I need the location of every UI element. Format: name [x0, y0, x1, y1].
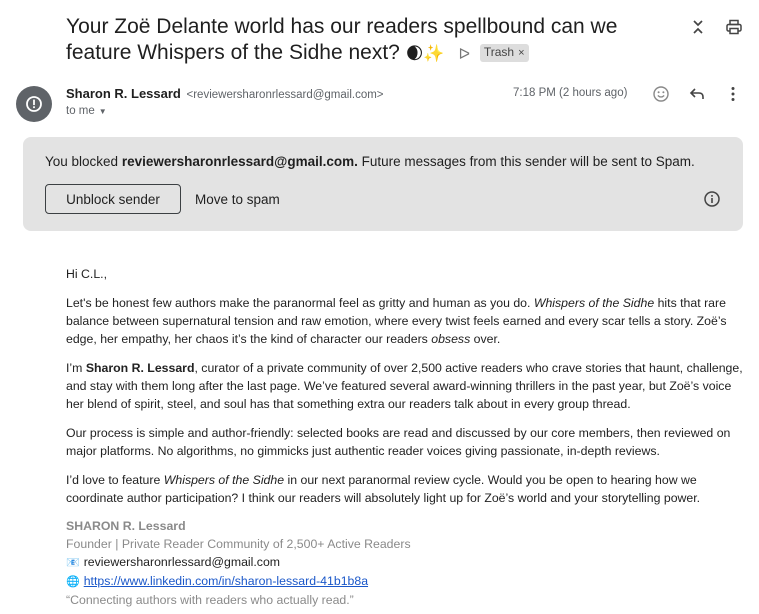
thread-actions — [689, 18, 743, 36]
sender-avatar[interactable] — [16, 86, 52, 122]
globe-icon: 🌐 — [66, 575, 80, 588]
move-to-spam-button[interactable]: Move to spam — [183, 184, 292, 214]
info-icon[interactable] — [703, 190, 721, 213]
trash-label-text: Trash — [483, 45, 515, 59]
blocked-prefix: You blocked — [45, 154, 122, 169]
recipient-line[interactable]: to me ▼ — [66, 105, 107, 117]
paragraph-2: I’m Sharon R. Lessard, curator of a priv… — [66, 359, 746, 413]
blocked-suffix: Future messages from this sender will be… — [357, 154, 695, 169]
paragraph-1: Let's be honest few authors make the par… — [66, 294, 746, 348]
importance-marker-icon[interactable]: ᐅ — [458, 42, 470, 68]
p1-text-c: over. — [470, 332, 501, 346]
signature-link-line: 🌐 https://www.linkedin.com/in/sharon-less… — [66, 572, 746, 591]
p1-text-a: Let's be honest few authors make the par… — [66, 296, 534, 310]
remove-label-icon[interactable]: × — [518, 47, 524, 59]
unblock-sender-button[interactable]: Unblock sender — [45, 184, 181, 214]
subject-text: Your Zoë Delante world has our readers s… — [66, 15, 618, 64]
blocked-sender-banner: You blocked reviewersharonrlessard@gmail… — [23, 137, 743, 231]
more-options-icon[interactable] — [724, 85, 742, 103]
signature-email: reviewersharonrlessard@gmail.com — [83, 555, 281, 569]
message-time: 7:18 PM (2 hours ago) — [513, 87, 628, 99]
emoji-reaction-icon[interactable] — [652, 85, 670, 103]
linkedin-link[interactable]: https://www.linkedin.com/in/sharon-lessa… — [84, 574, 368, 588]
sender-email: <reviewersharonrlessard@gmail.com> — [186, 89, 384, 101]
recipient-text: to me — [66, 105, 95, 117]
signature-name: SHARON R. Lessard — [66, 519, 186, 533]
blocked-email: reviewersharonrlessard@gmail.com. — [121, 154, 358, 169]
signature-tagline: “Connecting authors with readers who act… — [66, 593, 354, 607]
collapse-all-icon[interactable] — [689, 18, 707, 36]
paragraph-4: I’d love to feature Whispers of the Sidh… — [66, 471, 746, 507]
message-body: Hi C.L., Let's be honest few authors mak… — [66, 265, 746, 609]
signature: SHARON R. Lessard Founder | Private Read… — [66, 517, 746, 609]
email-icon: 📧 — [66, 556, 80, 569]
subject-emoji: 🌒✨ — [405, 44, 445, 64]
email-subject: Your Zoë Delante world has our readers s… — [66, 14, 686, 68]
p1-emphasis: obsess — [431, 332, 471, 346]
paragraph-3: Our process is simple and author-friendl… — [66, 426, 731, 458]
book-title: Whispers of the Sidhe — [533, 296, 655, 310]
p4-text-a: I’d love to feature — [66, 473, 164, 487]
trash-label-chip[interactable]: Trash × — [479, 44, 529, 62]
sender-name[interactable]: Sharon R. Lessard — [66, 86, 181, 101]
chevron-down-icon[interactable]: ▼ — [99, 107, 107, 116]
p2-text-a: I’m — [66, 361, 86, 375]
greeting: Hi C.L., — [66, 267, 107, 281]
signature-role: Founder | Private Reader Community of 2,… — [66, 537, 411, 551]
blocked-message: You blocked reviewersharonrlessard@gmail… — [45, 154, 695, 169]
p2-sender-name: Sharon R. Lessard — [85, 361, 195, 375]
book-title-2: Whispers of the Sidhe — [163, 473, 285, 487]
blocked-alert-icon — [26, 96, 42, 112]
message-actions — [652, 85, 742, 103]
reply-icon[interactable] — [688, 85, 706, 103]
signature-email-line: 📧 reviewersharonrlessard@gmail.com — [66, 553, 746, 572]
print-icon[interactable] — [725, 18, 743, 36]
sender-line: Sharon R. Lessard <reviewersharonrlessar… — [66, 86, 384, 101]
